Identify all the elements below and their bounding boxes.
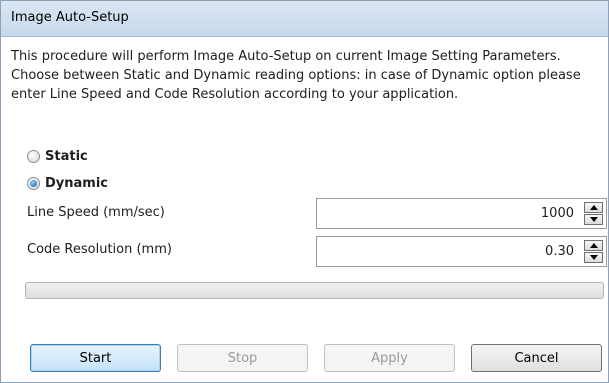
dynamic-radio[interactable] [27, 176, 40, 190]
description-text: This procedure will perform Image Auto-S… [11, 47, 601, 104]
image-auto-setup-dialog: Image Auto-Setup This procedure will per… [0, 0, 609, 383]
line-speed-stepper[interactable]: 1000 [316, 198, 607, 229]
code-resolution-spin-buttons [584, 240, 603, 263]
code-resolution-stepper[interactable]: 0.30 [316, 236, 607, 267]
static-radio[interactable] [27, 149, 40, 163]
line-speed-label: Line Speed (mm/sec) [27, 205, 165, 220]
line-speed-spin-buttons [584, 202, 603, 225]
code-resolution-down-arrow-icon[interactable] [584, 252, 603, 263]
line-speed-down-arrow-icon[interactable] [584, 214, 603, 225]
progress-bar [25, 282, 604, 299]
code-resolution-value[interactable]: 0.30 [545, 244, 574, 259]
line-speed-up-arrow-icon[interactable] [584, 202, 603, 213]
window-title: Image Auto-Setup [11, 10, 129, 25]
apply-button[interactable]: Apply [324, 344, 455, 372]
dynamic-option[interactable]: Dynamic [27, 173, 108, 193]
stop-button[interactable]: Stop [177, 344, 308, 372]
code-resolution-up-arrow-icon[interactable] [584, 240, 603, 251]
line-speed-value[interactable]: 1000 [541, 206, 574, 221]
start-button[interactable]: Start [30, 344, 161, 372]
description-content: This procedure will perform Image Auto-S… [11, 49, 581, 102]
code-resolution-label: Code Resolution (mm) [27, 242, 172, 257]
dynamic-label: Dynamic [45, 175, 109, 191]
static-option[interactable]: Static [27, 146, 88, 166]
cancel-button[interactable]: Cancel [471, 344, 602, 372]
static-label: Static [45, 148, 88, 164]
title-bar[interactable]: Image Auto-Setup [1, 1, 608, 37]
